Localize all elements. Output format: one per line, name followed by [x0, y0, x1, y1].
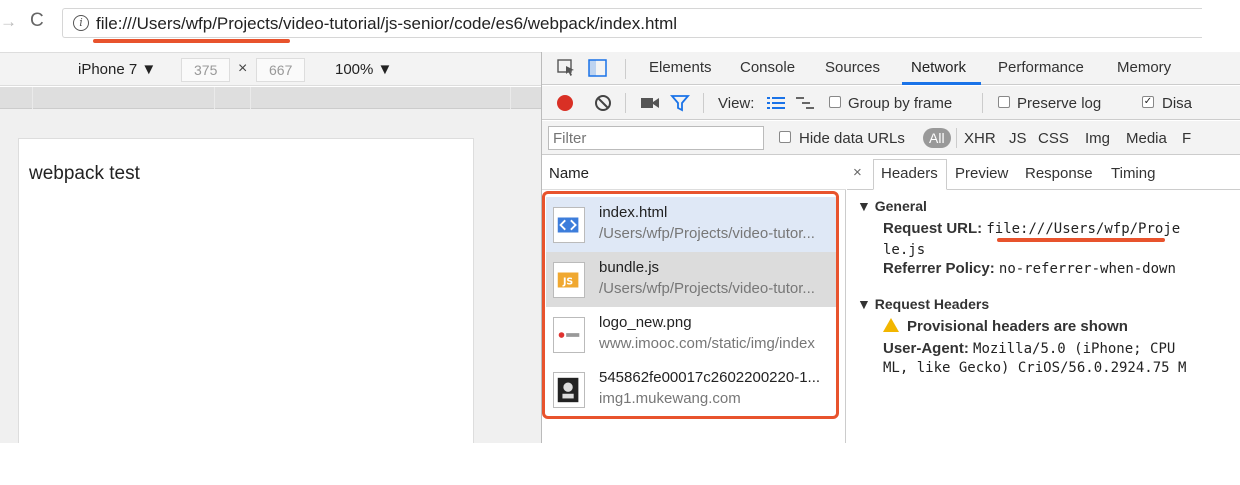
- page-content-text: webpack test: [29, 163, 140, 184]
- width-input[interactable]: 375: [181, 58, 231, 82]
- hide-data-urls-checkbox[interactable]: [779, 131, 791, 143]
- clear-icon[interactable]: [594, 94, 612, 112]
- request-url-value: file:///Users/wfp/Proje: [986, 221, 1181, 237]
- device-toolbar: iPhone 7 ▼ 375 × 667 100% ▼: [0, 52, 541, 86]
- tab-sources[interactable]: Sources: [825, 59, 880, 76]
- tab-console[interactable]: Console: [740, 59, 795, 76]
- tab-network[interactable]: Network: [911, 59, 966, 76]
- page-bottom-margin: [0, 443, 1240, 485]
- detail-tabbar: × Headers Preview Response Timing: [847, 156, 1240, 190]
- type-filter-media[interactable]: Media: [1126, 130, 1167, 147]
- user-agent-wrap: ML, like Gecko) CriOS/56.0.2924.75 M: [883, 360, 1187, 376]
- network-toolbar: View: Group by frame Preserve log ✓ Disa: [542, 86, 1240, 120]
- user-agent-row: User-Agent: Mozilla/5.0 (iPhone; CPU: [883, 340, 1176, 357]
- group-by-frame-label: Group by frame: [848, 95, 953, 112]
- type-filter-js[interactable]: JS: [1009, 130, 1027, 147]
- type-filter-font[interactable]: F: [1182, 130, 1191, 147]
- info-icon[interactable]: i: [73, 15, 89, 31]
- record-icon[interactable]: [557, 95, 573, 111]
- referrer-policy-row: Referrer Policy: no-referrer-when-down: [883, 260, 1176, 277]
- hide-data-urls-label: Hide data URLs: [799, 130, 905, 147]
- filter-icon[interactable]: [670, 94, 690, 112]
- disable-cache-checkbox[interactable]: ✓: [1142, 96, 1154, 108]
- request-headers-section-toggle[interactable]: ▼ Request Headers: [857, 296, 989, 312]
- filter-bar: Hide data URLs All XHR JS CSS Img Media …: [542, 121, 1240, 155]
- annotation-box: [542, 191, 839, 419]
- active-tab-indicator: [902, 82, 981, 85]
- large-rows-icon[interactable]: [767, 96, 785, 110]
- device-select[interactable]: iPhone 7 ▼: [78, 61, 156, 78]
- view-label: View:: [718, 95, 755, 112]
- inspect-element-icon[interactable]: [557, 59, 577, 77]
- annotation-underline: [93, 39, 290, 43]
- tab-headers[interactable]: Headers: [881, 165, 938, 182]
- disable-cache-label: Disa: [1162, 95, 1193, 112]
- reload-icon[interactable]: C: [30, 10, 44, 32]
- request-url-row: Request URL: file:///Users/wfp/Proje: [883, 220, 1181, 237]
- warning-icon: [883, 318, 899, 332]
- close-icon[interactable]: ×: [853, 164, 862, 181]
- request-detail-pane: × Headers Preview Response Timing ▼ Gene…: [847, 156, 1240, 443]
- url-text[interactable]: file:///Users/wfp/Projects/video-tutoria…: [96, 14, 677, 34]
- provisional-warning: Provisional headers are shown: [883, 318, 1128, 335]
- height-input[interactable]: 667: [256, 58, 306, 82]
- filter-input[interactable]: [548, 126, 764, 150]
- times-sign: ×: [238, 60, 248, 77]
- waterfall-icon[interactable]: [796, 96, 814, 110]
- capture-screenshots-icon[interactable]: [640, 96, 660, 110]
- tab-elements[interactable]: Elements: [649, 59, 712, 76]
- type-filter-xhr[interactable]: XHR: [964, 130, 996, 147]
- tab-response[interactable]: Response: [1025, 165, 1093, 182]
- annotation-underline: [997, 238, 1165, 242]
- request-url-wrap: le.js: [883, 242, 926, 258]
- device-viewport: webpack test: [18, 138, 474, 443]
- tab-memory[interactable]: Memory: [1117, 59, 1171, 76]
- tab-performance[interactable]: Performance: [998, 59, 1084, 76]
- general-section-toggle[interactable]: ▼ General: [857, 198, 927, 214]
- forward-icon[interactable]: →: [0, 12, 17, 32]
- url-bar[interactable]: i file:///Users/wfp/Projects/video-tutor…: [62, 8, 1202, 38]
- name-column-header[interactable]: Name: [542, 156, 846, 190]
- media-query-ruler[interactable]: [0, 87, 541, 109]
- preserve-log-label: Preserve log: [1017, 95, 1102, 112]
- type-filter-css[interactable]: CSS: [1038, 130, 1069, 147]
- type-filter-img[interactable]: Img: [1085, 130, 1110, 147]
- tab-preview[interactable]: Preview: [955, 165, 1008, 182]
- device-toolbar-icon[interactable]: [588, 59, 608, 77]
- address-bar-row: → C i file:///Users/wfp/Projects/video-t…: [0, 0, 1240, 44]
- devtools-tabbar: Elements Console Sources Network Perform…: [542, 52, 1240, 85]
- group-by-frame-checkbox[interactable]: [829, 96, 841, 108]
- preserve-log-checkbox[interactable]: [998, 96, 1010, 108]
- type-filter-all[interactable]: All: [923, 128, 951, 148]
- zoom-select[interactable]: 100% ▼: [335, 61, 392, 78]
- tab-timing[interactable]: Timing: [1111, 165, 1155, 182]
